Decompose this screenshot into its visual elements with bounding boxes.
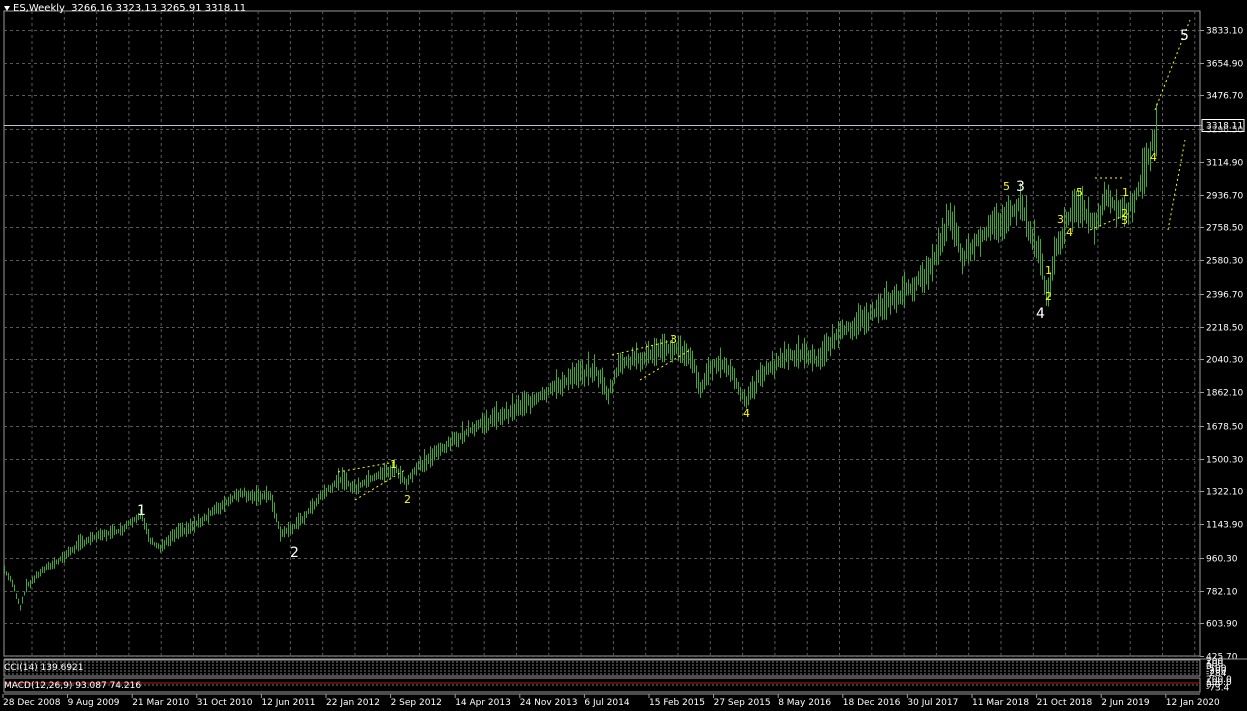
wave-label: 1 bbox=[1045, 264, 1052, 277]
price-label: 2218.50 bbox=[1206, 324, 1243, 334]
price-label: 1500.30 bbox=[1206, 456, 1243, 466]
price-label: 3833.10 bbox=[1206, 27, 1243, 37]
price-bars bbox=[4, 103, 1157, 611]
time-label: 9 Aug 2009 bbox=[68, 698, 120, 708]
price-label: 3476.70 bbox=[1206, 92, 1243, 102]
channel-line bbox=[1167, 139, 1186, 231]
wave-label: 1 bbox=[137, 503, 146, 519]
time-label: 2 Sep 2012 bbox=[391, 698, 442, 708]
channel-line bbox=[611, 339, 676, 356]
time-label: 8 May 2016 bbox=[778, 698, 831, 708]
price-label: 960.30 bbox=[1206, 555, 1238, 565]
wave-label: 4 bbox=[1150, 151, 1157, 164]
time-label: 12 Jun 2011 bbox=[261, 698, 315, 708]
price-label: 3114.90 bbox=[1206, 159, 1243, 169]
macd-axis-label: -73.4 bbox=[1206, 683, 1230, 693]
price-label: 2580.30 bbox=[1206, 257, 1243, 267]
time-label: 30 Jul 2017 bbox=[907, 698, 958, 708]
time-label: 28 Dec 2008 bbox=[3, 698, 61, 708]
price-label: 1322.10 bbox=[1206, 488, 1243, 498]
time-label: 24 Nov 2013 bbox=[520, 698, 578, 708]
symbol-label: ES,Weekly bbox=[13, 3, 65, 14]
wave-label: 3 bbox=[670, 333, 677, 346]
time-label: 15 Feb 2015 bbox=[649, 698, 705, 708]
macd-label: MACD(12,26,9) 93.087 74.216 bbox=[4, 681, 142, 691]
time-label: 11 Mar 2018 bbox=[972, 698, 1029, 708]
chart-window[interactable]: 3833.10 3654.90 3476.70 3318.11 3296.50 3114.… bbox=[0, 0, 1247, 711]
time-label: 12 Jan 2020 bbox=[1166, 698, 1220, 708]
dropdown-arrow-icon[interactable] bbox=[4, 5, 10, 11]
time-label: 22 Jan 2012 bbox=[326, 698, 380, 708]
time-label: 21 Oct 2018 bbox=[1037, 698, 1093, 708]
time-label: 18 Dec 2016 bbox=[843, 698, 901, 708]
time-label: 2 Jun 2019 bbox=[1101, 698, 1150, 708]
price-label: 1862.10 bbox=[1206, 389, 1243, 399]
wave-label: 1 bbox=[390, 458, 397, 471]
wave-label: 4 bbox=[1036, 306, 1045, 322]
price-label: 1143.90 bbox=[1206, 521, 1243, 531]
wave-label: 5 bbox=[1003, 180, 1010, 193]
wave-label: 3 bbox=[1057, 213, 1064, 226]
time-label: 21 Mar 2010 bbox=[132, 698, 189, 708]
price-label: 603.90 bbox=[1206, 620, 1238, 630]
price-label: 3654.90 bbox=[1206, 60, 1243, 70]
time-label: 31 Oct 2010 bbox=[197, 698, 253, 708]
wave-label: 4 bbox=[1066, 226, 1073, 239]
wave-label: 3 bbox=[1016, 179, 1025, 195]
price-label: 2936.70 bbox=[1206, 192, 1243, 202]
wave-label: 2 bbox=[404, 493, 411, 506]
price-label: 3296.50 bbox=[1206, 126, 1243, 136]
price-label: 2396.70 bbox=[1206, 291, 1243, 301]
wave-label: 2 bbox=[1045, 290, 1052, 303]
wave-label: 5 bbox=[1076, 186, 1083, 199]
time-label: 27 Sep 2015 bbox=[714, 698, 771, 708]
price-label: 2758.50 bbox=[1206, 224, 1243, 234]
price-label: 1678.50 bbox=[1206, 423, 1243, 433]
price-label: 782.10 bbox=[1206, 588, 1238, 598]
chart-header: ES,Weekly 3266.16 3323.13 3265.91 3318.1… bbox=[4, 3, 246, 14]
time-label: 6 Jul 2014 bbox=[584, 698, 629, 708]
ohlc-values: 3266.16 3323.13 3265.91 3318.11 bbox=[71, 3, 247, 14]
price-chart[interactable]: 3833.103654.903476.703318.113296.503114.… bbox=[0, 0, 1247, 711]
price-label: 2040.30 bbox=[1206, 356, 1243, 366]
wave-label: 2 bbox=[290, 545, 299, 561]
time-label: 14 Apr 2013 bbox=[455, 698, 511, 708]
wave-label: 3 bbox=[1121, 214, 1128, 227]
plot-frame bbox=[3, 10, 1201, 657]
wave-label: 5 bbox=[1180, 28, 1189, 44]
wave-label: 4 bbox=[743, 407, 750, 420]
wave-label: 1 bbox=[1122, 186, 1129, 199]
cci-label: CCI(14) 139.6921 bbox=[4, 663, 84, 673]
